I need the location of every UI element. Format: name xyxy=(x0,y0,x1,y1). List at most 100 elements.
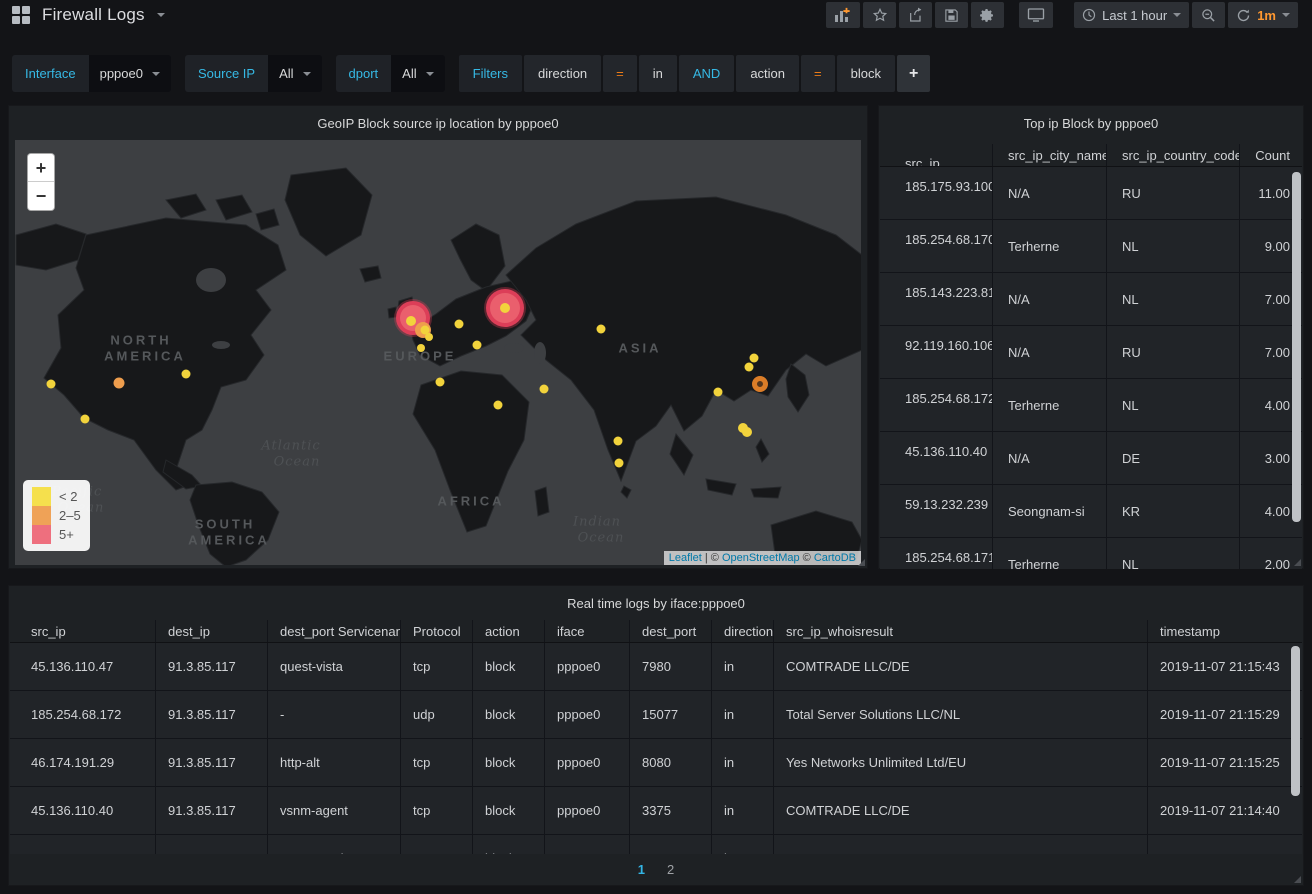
table-row: 185.143.223.81N/ANL7.00 xyxy=(880,273,1302,326)
map-marker-dot xyxy=(182,370,191,379)
filter-chip-key[interactable]: direction xyxy=(524,55,601,92)
table-cell: commtact-http xyxy=(268,835,401,854)
table-cell: NL xyxy=(1107,379,1240,431)
column-header-dest_port-Servicename[interactable]: dest_port Servicename xyxy=(268,620,401,642)
filter-chip-op[interactable]: = xyxy=(603,55,637,92)
table-cell: N/A xyxy=(993,432,1107,484)
map-marker-dot xyxy=(473,341,482,350)
chevron-down-icon xyxy=(426,72,434,76)
settings-button[interactable] xyxy=(971,2,1004,28)
save-button[interactable] xyxy=(935,2,968,28)
table-cell: block xyxy=(473,787,545,834)
column-header-src_ip_whoisresult[interactable]: src_ip_whoisresult xyxy=(774,620,1148,642)
zoom-out-time-button[interactable] xyxy=(1192,2,1225,28)
variable-value-dropdown[interactable]: All xyxy=(391,55,444,92)
column-header-dest_port[interactable]: dest_port xyxy=(630,620,712,642)
star-button[interactable] xyxy=(863,2,896,28)
table-cell: in xyxy=(712,739,774,786)
filter-chip-value[interactable]: block xyxy=(837,55,895,92)
realtime-logs-panel: Real time logs by iface:pppoe0 src_ipdes… xyxy=(8,585,1304,886)
table-cell: udp xyxy=(401,691,473,738)
column-header-src_ip[interactable]: src_ip xyxy=(10,620,156,642)
map-zoom-in-button[interactable]: + xyxy=(28,154,54,182)
attribution-link[interactable]: CartoDB xyxy=(814,552,856,564)
attribution-text: | © xyxy=(702,552,722,564)
table-row: 185.254.68.171TerherneNL2.00 xyxy=(880,538,1302,569)
variable-label: Source IP xyxy=(185,55,268,92)
page-link-2[interactable]: 2 xyxy=(667,862,674,877)
variable-value-dropdown[interactable]: pppoe0 xyxy=(89,55,171,92)
panel-resize-handle[interactable] xyxy=(858,559,865,566)
panel-title[interactable]: Real time logs by iface:pppoe0 xyxy=(9,586,1303,620)
pagination: 12 xyxy=(9,862,1303,877)
panel-title[interactable]: GeoIP Block source ip location by pppoe0 xyxy=(9,106,867,140)
table-row: 185.254.68.172TerherneNL4.00 xyxy=(880,379,1302,432)
column-header-Count[interactable]: Count xyxy=(1240,144,1304,166)
refresh-icon xyxy=(1236,8,1251,23)
dashboard-title[interactable]: Firewall Logs xyxy=(42,5,145,25)
table-row: 45.136.110.40N/ADE3.00 xyxy=(880,432,1302,485)
dashboard-grid-icon[interactable] xyxy=(12,6,30,24)
column-header-action[interactable]: action xyxy=(473,620,545,642)
column-header-dest_ip[interactable]: dest_ip xyxy=(156,620,268,642)
table-cell: Terherne xyxy=(993,220,1107,272)
attribution-link[interactable]: Leaflet xyxy=(669,552,702,564)
table-cell: N/A xyxy=(993,326,1107,378)
table-cell: 2.00 xyxy=(1240,538,1302,569)
table-row: 185.254.68.170TerherneNL9.00 xyxy=(880,220,1302,273)
refresh-button[interactable]: 1m xyxy=(1228,2,1298,28)
column-header-src_ip_city_name[interactable]: src_ip_city_name xyxy=(993,144,1107,166)
filter-chip-key[interactable]: action xyxy=(736,55,799,92)
filter-chip-op[interactable]: = xyxy=(801,55,835,92)
panel-title[interactable]: Top ip Block by pppoe0 xyxy=(879,106,1303,140)
table-cell: COMTRADE LLC/DE xyxy=(774,787,1148,834)
variable-value-dropdown[interactable]: All xyxy=(268,55,321,92)
table-cell: Total Server Solutions LLC/NL xyxy=(774,691,1148,738)
add-filter-button[interactable]: + xyxy=(897,55,930,92)
column-header-direction[interactable]: direction xyxy=(712,620,774,642)
variable-interface: Interfacepppoe0 xyxy=(12,55,171,92)
geoip-map[interactable]: NORTHAMERICAEUROPEASIAAFRICASOUTHAMERICA… xyxy=(15,140,861,565)
table-cell: Terherne xyxy=(993,538,1107,569)
panel-resize-handle[interactable] xyxy=(1294,559,1301,566)
column-header-timestamp[interactable]: timestamp xyxy=(1148,620,1302,642)
star-icon xyxy=(872,7,888,23)
legend-item: < 2 xyxy=(32,487,81,506)
variable-label: dport xyxy=(336,55,392,92)
panel-resize-handle[interactable] xyxy=(1294,876,1301,883)
time-range-label: Last 1 hour xyxy=(1102,8,1167,23)
map-marker-dot xyxy=(47,380,56,389)
bar-chart-plus-icon xyxy=(834,7,852,23)
chevron-down-icon xyxy=(1282,13,1290,17)
share-button[interactable] xyxy=(899,2,932,28)
column-header-Protocol[interactable]: Protocol xyxy=(401,620,473,642)
scrollbar-thumb[interactable] xyxy=(1291,646,1300,796)
add-panel-button[interactable] xyxy=(826,2,860,28)
column-header-src_ip_country_code[interactable]: src_ip_country_code xyxy=(1107,144,1240,166)
table-cell: N/A xyxy=(993,273,1107,325)
table-cell: pppoe0 xyxy=(545,787,630,834)
filter-chip-value[interactable]: in xyxy=(639,55,677,92)
time-range-button[interactable]: Last 1 hour xyxy=(1074,2,1189,28)
map-attribution: Leaflet | © OpenStreetMap © CartoDB xyxy=(664,551,861,565)
scrollbar-thumb[interactable] xyxy=(1292,172,1301,522)
table-row: 91.3.85.117commtact-httptcpblockpppoe020… xyxy=(10,835,1302,854)
map-marker-dot xyxy=(455,320,464,329)
table-cell: 20002 xyxy=(630,835,712,854)
table-cell: 7980 xyxy=(630,643,712,690)
page-link-1[interactable]: 1 xyxy=(638,862,645,877)
table-cell: RU xyxy=(1107,167,1240,219)
column-header-src_ip[interactable]: src_ip xyxy=(880,144,993,166)
filter-chip-join[interactable]: AND xyxy=(679,55,734,92)
map-marker-dot xyxy=(714,388,723,397)
map-zoom-out-button[interactable]: − xyxy=(28,182,54,210)
table-cell: Yes Networks Unlimited Ltd/EU xyxy=(774,739,1148,786)
map-marker-dot xyxy=(614,437,623,446)
variable-selectors: Interfacepppoe0Source IPAlldportAll xyxy=(12,55,445,92)
tv-mode-button[interactable] xyxy=(1019,2,1053,28)
table-cell: N/A xyxy=(993,167,1107,219)
attribution-link[interactable]: OpenStreetMap xyxy=(722,552,800,564)
map-marker-dot xyxy=(494,401,503,410)
legend-item: 2–5 xyxy=(32,506,81,525)
column-header-iface[interactable]: iface xyxy=(545,620,630,642)
